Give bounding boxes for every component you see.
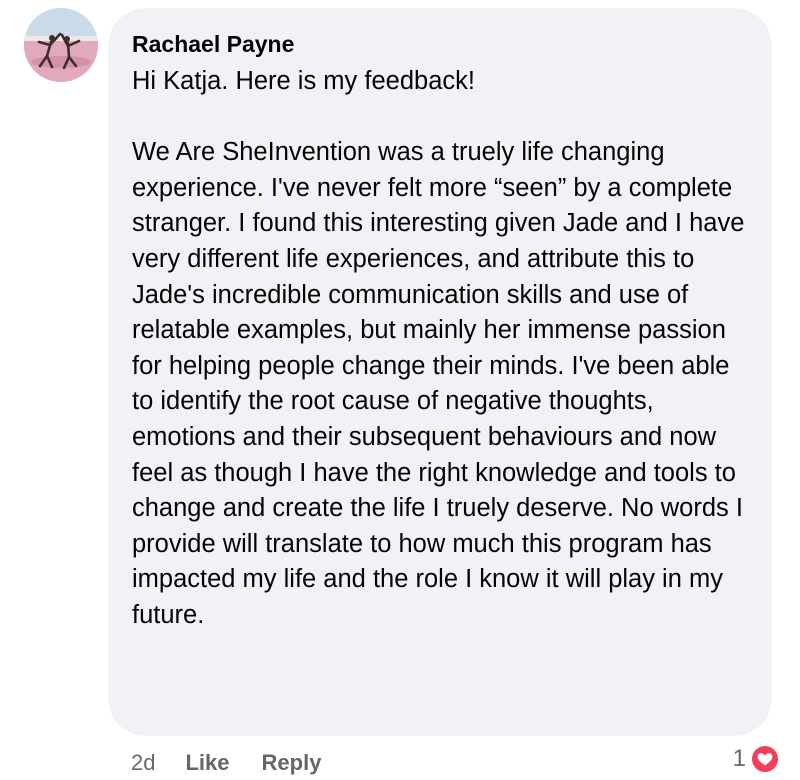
avatar[interactable] xyxy=(24,8,98,82)
comment-author-name[interactable]: Rachael Payne xyxy=(132,30,748,58)
avatar-photo xyxy=(24,8,98,82)
comment-body: Hi Katja. Here is my feedback! We Are Sh… xyxy=(132,64,748,634)
reply-button[interactable]: Reply xyxy=(262,750,322,776)
reaction-summary[interactable]: 1 xyxy=(733,744,780,774)
comment-bubble: Rachael Payne Hi Katja. Here is my feedb… xyxy=(108,8,772,736)
comment-greeting: Hi Katja. Here is my feedback! xyxy=(132,67,475,95)
comment-screen: Rachael Payne Hi Katja. Here is my feedb… xyxy=(0,0,800,780)
comment-timestamp[interactable]: 2d xyxy=(131,750,155,776)
comment-feedback-text: We Are SheInvention was a truely life ch… xyxy=(132,138,745,629)
like-button[interactable]: Like xyxy=(185,750,229,776)
comment-actions: 2d Like Reply xyxy=(131,746,353,780)
heart-icon xyxy=(750,744,780,774)
reaction-count: 1 xyxy=(732,745,746,772)
